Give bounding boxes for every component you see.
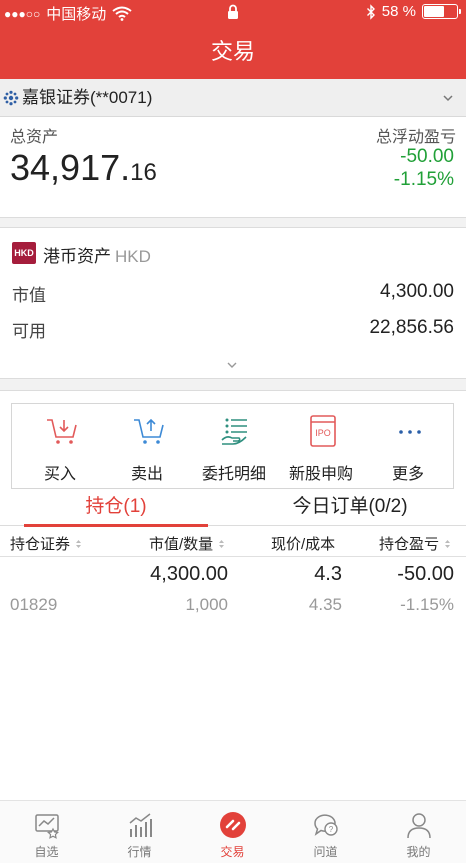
- tab-positions-label: 持仓(1): [85, 496, 147, 517]
- sort-icon: [219, 540, 225, 549]
- hkd-currency-code: HKD: [115, 247, 151, 266]
- col-value-quantity-label: 市值/数量: [149, 536, 214, 553]
- buy-label: 买入: [43, 466, 76, 483]
- nav-bar: 交易: [0, 25, 466, 79]
- tab-watchlist-label: 自选: [34, 845, 59, 859]
- tab-market-label: 行情: [127, 845, 152, 859]
- battery-icon: [422, 4, 461, 19]
- watchlist-icon: [35, 814, 60, 839]
- ipo-icon: IPO: [310, 415, 336, 447]
- tab-positions[interactable]: 持仓(1): [0, 490, 232, 527]
- total-assets-label: 总资产: [10, 129, 59, 146]
- col-pl-label: 持仓盈亏: [379, 536, 440, 553]
- ipo-subscribe-label: 新股申购: [288, 466, 353, 483]
- market-value-label: 市值: [12, 286, 46, 305]
- col-value-quantity[interactable]: 市值/数量: [149, 533, 225, 554]
- positions-orders-tabs: 持仓(1) 今日订单(0/2): [0, 490, 466, 527]
- hkd-badge-icon: HKD: [12, 242, 36, 264]
- total-assets-decimal: 16: [130, 159, 157, 186]
- hkd-assets-title-text: 港币资产: [43, 247, 111, 266]
- market-value: 4,300.00: [380, 281, 454, 302]
- trade-icon: [220, 812, 246, 838]
- total-assets-value: 34,917.16: [10, 147, 157, 189]
- position-pl: -50.00: [397, 563, 454, 585]
- svg-text:?: ?: [329, 825, 334, 834]
- tab-profile-label: 我的: [406, 845, 431, 859]
- page-title: 交易: [210, 39, 255, 64]
- order-details-button[interactable]: 委托明细: [190, 404, 278, 490]
- qa-icon: ?: [314, 814, 338, 836]
- order-details-label: 委托明细: [201, 466, 266, 483]
- broker-logo-icon: [3, 90, 19, 106]
- tab-trade[interactable]: 交易: [186, 801, 279, 863]
- battery-percent: 58 %: [381, 3, 416, 20]
- tab-qa-label: 问道: [313, 845, 338, 859]
- tab-orders[interactable]: 今日订单(0/2): [234, 490, 466, 526]
- position-quantity: 1,000: [185, 595, 228, 614]
- buy-button[interactable]: 买入: [16, 404, 104, 490]
- position-price: 4.3: [314, 563, 342, 585]
- order-details-icon: [221, 418, 247, 445]
- floating-pl-percent: -1.15%: [393, 169, 454, 190]
- available-value: 22,856.56: [369, 317, 454, 338]
- status-bar: ●●●○○ 中国移动 58 %: [0, 0, 466, 25]
- position-cost: 4.35: [308, 595, 342, 614]
- sort-icon: [445, 540, 451, 549]
- col-price-cost: 现价/成本: [271, 533, 335, 554]
- battery-level: [424, 6, 444, 17]
- position-code: 01829: [10, 595, 58, 614]
- total-assets-integer: 34,917.: [10, 147, 131, 188]
- sell-label: 卖出: [130, 466, 163, 483]
- section-divider: [0, 378, 466, 391]
- sell-cart-icon: [134, 418, 164, 444]
- floating-pl-label: 总浮动盈亏: [375, 129, 456, 146]
- position-market-value: 4,300.00: [150, 563, 228, 585]
- tab-watchlist[interactable]: 自选: [0, 801, 93, 863]
- col-price-cost-label: 现价/成本: [271, 536, 336, 553]
- tab-orders-label: 今日订单(0/2): [292, 496, 408, 517]
- lock-icon: [228, 4, 238, 19]
- more-label: 更多: [391, 466, 424, 483]
- bluetooth-icon: [366, 3, 375, 20]
- account-selector[interactable]: 嘉银证券(**0071): [0, 79, 466, 117]
- market-icon: [129, 813, 152, 837]
- more-button[interactable]: 更多: [364, 404, 452, 490]
- chevron-down-icon[interactable]: [442, 92, 454, 104]
- hkd-assets-card: HKD 港币资产 HKD 市值 4,300.00 可用 22,856.56: [0, 228, 466, 378]
- positions-table-header: 持仓证券 市值/数量 现价/成本 持仓盈亏: [0, 527, 466, 557]
- col-pl[interactable]: 持仓盈亏: [379, 533, 451, 554]
- tab-profile[interactable]: 我的: [372, 801, 465, 863]
- asset-summary: 总资产 34,917.16 总浮动盈亏 -50.00 -1.15%: [0, 117, 466, 217]
- ipo-subscribe-button[interactable]: IPO 新股申购: [277, 404, 365, 490]
- section-divider: [0, 217, 466, 228]
- tab-trade-label: 交易: [220, 845, 245, 859]
- action-grid: 买入 卖出 委托明细 IPO 新股申购 更多: [11, 403, 454, 489]
- account-name: 嘉银证券(**0071): [22, 88, 153, 107]
- tab-market[interactable]: 行情: [93, 801, 186, 863]
- sell-button[interactable]: 卖出: [103, 404, 191, 490]
- bottom-tab-bar: 自选 行情 交易 ? 问道 我的: [0, 800, 466, 863]
- tab-qa[interactable]: ? 问道: [279, 801, 372, 863]
- floating-pl-value: -50.00: [400, 146, 454, 167]
- col-security-label: 持仓证券: [10, 536, 71, 553]
- position-pl-percent: -1.15%: [400, 595, 454, 614]
- svg-text:IPO: IPO: [315, 428, 331, 438]
- sort-icon: [76, 540, 82, 549]
- buy-cart-icon: [47, 419, 77, 444]
- profile-icon: [407, 813, 431, 839]
- hkd-assets-title: 港币资产 HKD: [43, 242, 151, 267]
- table-row[interactable]: 4,300.00 4.3 -50.00 01829 1,000 4.35 -1.…: [0, 558, 466, 624]
- carrier-label: 中国移动: [46, 6, 107, 23]
- col-security[interactable]: 持仓证券: [10, 533, 82, 554]
- expand-chevron-icon[interactable]: [226, 360, 238, 370]
- signal-strength-icon: ●●●○○: [4, 6, 41, 21]
- available-label: 可用: [12, 322, 46, 341]
- wifi-icon: [112, 6, 132, 21]
- more-icon: [399, 430, 421, 434]
